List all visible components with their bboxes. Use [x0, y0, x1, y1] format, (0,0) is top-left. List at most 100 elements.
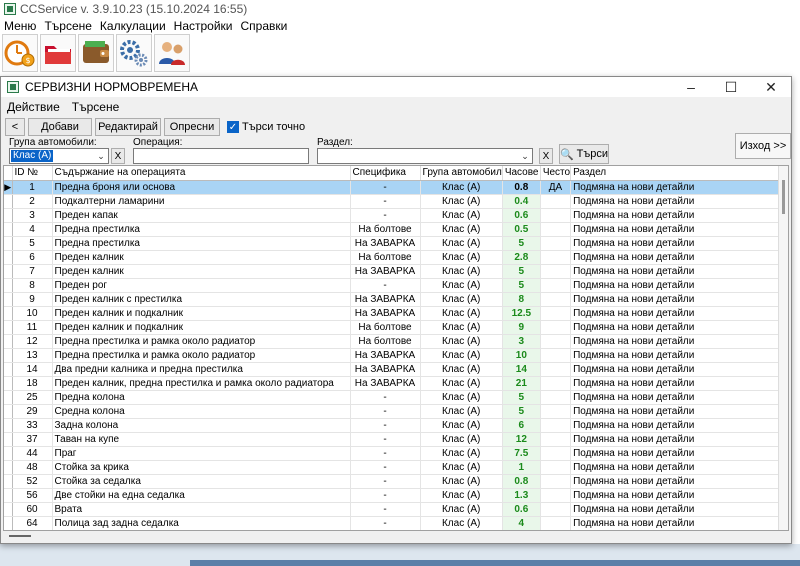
group-select[interactable]: Клас (А) ⌄ [9, 148, 109, 164]
cell-id: 33 [12, 418, 53, 433]
table-row[interactable]: 60 Врата - Клас (А) 0.6 Подмяна на нови детай… [4, 502, 788, 517]
table-row[interactable]: 14 Два предни калника и предна престилка Н… [4, 362, 788, 377]
wallet-button[interactable] [78, 34, 114, 72]
table-row[interactable]: 10 Преден калник и подкалник На ЗАВАРКА Кла… [4, 306, 788, 321]
table-row[interactable]: 8 Преден рог - Клас (А) 5 Подмяна на нови дет… [4, 278, 788, 293]
table-row[interactable]: 48 Стойка за крика - Клас (А) 1 Подмяна на но… [4, 460, 788, 475]
table-row[interactable]: 9 Преден калник с престилка На ЗАВАРКА Клас… [4, 292, 788, 307]
row-header[interactable] [4, 264, 13, 279]
table-row[interactable]: 11 Преден калник и подкалник На болтове Кла… [4, 320, 788, 335]
table-row[interactable]: 25 Предна колона - Клас (А) 5 Подмяна на нови… [4, 390, 788, 405]
row-header[interactable] [4, 306, 13, 321]
cell-section: Подмяна на нови детайли [570, 180, 788, 195]
maximize-icon[interactable]: ☐ [711, 77, 751, 97]
menu-item-reports[interactable]: Справки [241, 19, 288, 33]
menu-item-action[interactable]: Действие [7, 100, 60, 114]
table-row[interactable]: 44 Праг - Клас (А) 7.5 Подмяна на нови детайл… [4, 446, 788, 461]
row-header[interactable] [4, 376, 13, 391]
row-header[interactable] [4, 250, 13, 265]
table-row[interactable]: 64 Полица зад задна седалка - Клас (А) 4 Подм… [4, 516, 788, 530]
row-header[interactable]: ▶ [4, 180, 13, 195]
row-header[interactable] [4, 502, 13, 517]
table-row[interactable]: 7 Преден калник На ЗАВАРКА Клас (А) 5 Подмяна… [4, 264, 788, 279]
row-header[interactable] [4, 418, 13, 433]
col-id[interactable]: ID № [12, 166, 53, 181]
table-row[interactable]: 33 Задна колона - Клас (А) 6 Подмяна на нови … [4, 418, 788, 433]
cell-id: 2 [12, 194, 53, 209]
menu-item-menu[interactable]: Меню [4, 19, 36, 33]
table-row[interactable]: 6 Преден калник На болтове Клас (А) 2.8 Подмя… [4, 250, 788, 265]
col-operation[interactable]: Съдържание на операцията [52, 166, 351, 181]
table-row[interactable]: 56 Две стойки на една седалка - Клас (А) 1.3… [4, 488, 788, 503]
table-row[interactable]: ▶ 1 Предна броня или основа - Клас (А) 0.8 ДА П… [4, 180, 788, 195]
exact-search-checkbox[interactable]: ✓ Търси точно [227, 121, 305, 133]
col-frequent[interactable]: Често [540, 166, 572, 181]
row-header[interactable] [4, 236, 13, 251]
scrollbar-thumb[interactable] [782, 180, 785, 214]
exit-button[interactable]: Изход >> [735, 133, 791, 159]
clear-group-button[interactable]: X [111, 148, 125, 164]
col-hours[interactable]: Часове [502, 166, 541, 181]
table-row[interactable]: 52 Стойка за седалка - Клас (А) 0.8 Подмяна н… [4, 474, 788, 489]
row-header[interactable] [4, 474, 13, 489]
cell-id: 5 [12, 236, 53, 251]
col-section[interactable]: Раздел [570, 166, 788, 181]
table-row[interactable]: 3 Преден капак - Клас (А) 0.6 Подмяна на нови… [4, 208, 788, 223]
menu-item-dialog-search[interactable]: Търсене [72, 100, 119, 114]
cell-frequent [540, 236, 572, 251]
row-header[interactable] [4, 404, 13, 419]
settings-button[interactable] [116, 34, 152, 72]
menu-item-calculations[interactable]: Калкулации [100, 19, 166, 33]
table-row[interactable]: 18 Преден калник, предна престилка и рамк… [4, 376, 788, 391]
col-specifics[interactable]: Специфика [350, 166, 421, 181]
operation-input[interactable] [133, 148, 309, 164]
row-header[interactable] [4, 488, 13, 503]
row-header[interactable] [4, 320, 13, 335]
folder-button[interactable] [40, 34, 76, 72]
clear-section-button[interactable]: X [539, 148, 553, 164]
row-header[interactable] [4, 432, 13, 447]
search-button[interactable]: 🔍 Търси [559, 144, 609, 164]
window-controls: – ☐ ✕ [671, 77, 791, 97]
back-button[interactable]: < [5, 118, 25, 136]
table-row[interactable]: 29 Средна колона - Клас (А) 5 Подмяна на нови… [4, 404, 788, 419]
table-row[interactable]: 12 Предна престилка и рамка около радиато… [4, 334, 788, 349]
minimize-icon[interactable]: – [671, 77, 711, 97]
app-menubar: Меню Търсене Калкулации Настройки Справк… [0, 18, 800, 34]
app-titlebar: CCService v. 3.9.10.23 (15.10.2024 16:55… [0, 0, 800, 18]
cell-id: 44 [12, 446, 53, 461]
table-row[interactable]: 2 Подкалтерни ламарини - Клас (А) 0.4 Подмяна… [4, 194, 788, 209]
row-header[interactable] [4, 292, 13, 307]
row-header[interactable] [4, 208, 13, 223]
row-header[interactable] [4, 460, 13, 475]
add-button[interactable]: Добави [28, 118, 92, 136]
refresh-button[interactable]: Опресни [164, 118, 220, 136]
table-row[interactable]: 5 Предна престилка На ЗАВАРКА Клас (А) 5 Подм… [4, 236, 788, 251]
row-header[interactable] [4, 194, 13, 209]
row-header[interactable] [4, 446, 13, 461]
cell-frequent: ДА [540, 180, 572, 195]
edit-button[interactable]: Редактирай [95, 118, 161, 136]
row-header[interactable] [4, 362, 13, 377]
row-header[interactable] [4, 390, 13, 405]
vertical-scrollbar[interactable] [778, 166, 788, 530]
menu-item-search[interactable]: Търсене [44, 19, 91, 33]
menu-item-settings[interactable]: Настройки [174, 19, 233, 33]
col-vehicle-group[interactable]: Група автомобил [420, 166, 503, 181]
cell-hours: 1.3 [502, 488, 541, 503]
dialog-titlebar: СЕРВИЗНИ НОРМОВРЕМЕНА – ☐ ✕ [1, 77, 791, 97]
row-header[interactable] [4, 348, 13, 363]
cell-specifics: На ЗАВАРКА [350, 362, 421, 377]
row-header[interactable] [4, 222, 13, 237]
cell-operation: Праг [52, 446, 351, 461]
row-header[interactable] [4, 334, 13, 349]
row-header[interactable] [4, 278, 13, 293]
table-row[interactable]: 13 Предна престилка и рамка около радиато… [4, 348, 788, 363]
section-select[interactable]: ⌄ [317, 148, 533, 164]
clock-money-button[interactable]: $ [2, 34, 38, 72]
row-header[interactable] [4, 516, 13, 530]
users-button[interactable] [154, 34, 190, 72]
close-icon[interactable]: ✕ [751, 77, 791, 97]
table-row[interactable]: 4 Предна престилка На болтове Клас (А) 0.5 По… [4, 222, 788, 237]
table-row[interactable]: 37 Таван на купе - Клас (А) 12 Подмяна на нов… [4, 432, 788, 447]
